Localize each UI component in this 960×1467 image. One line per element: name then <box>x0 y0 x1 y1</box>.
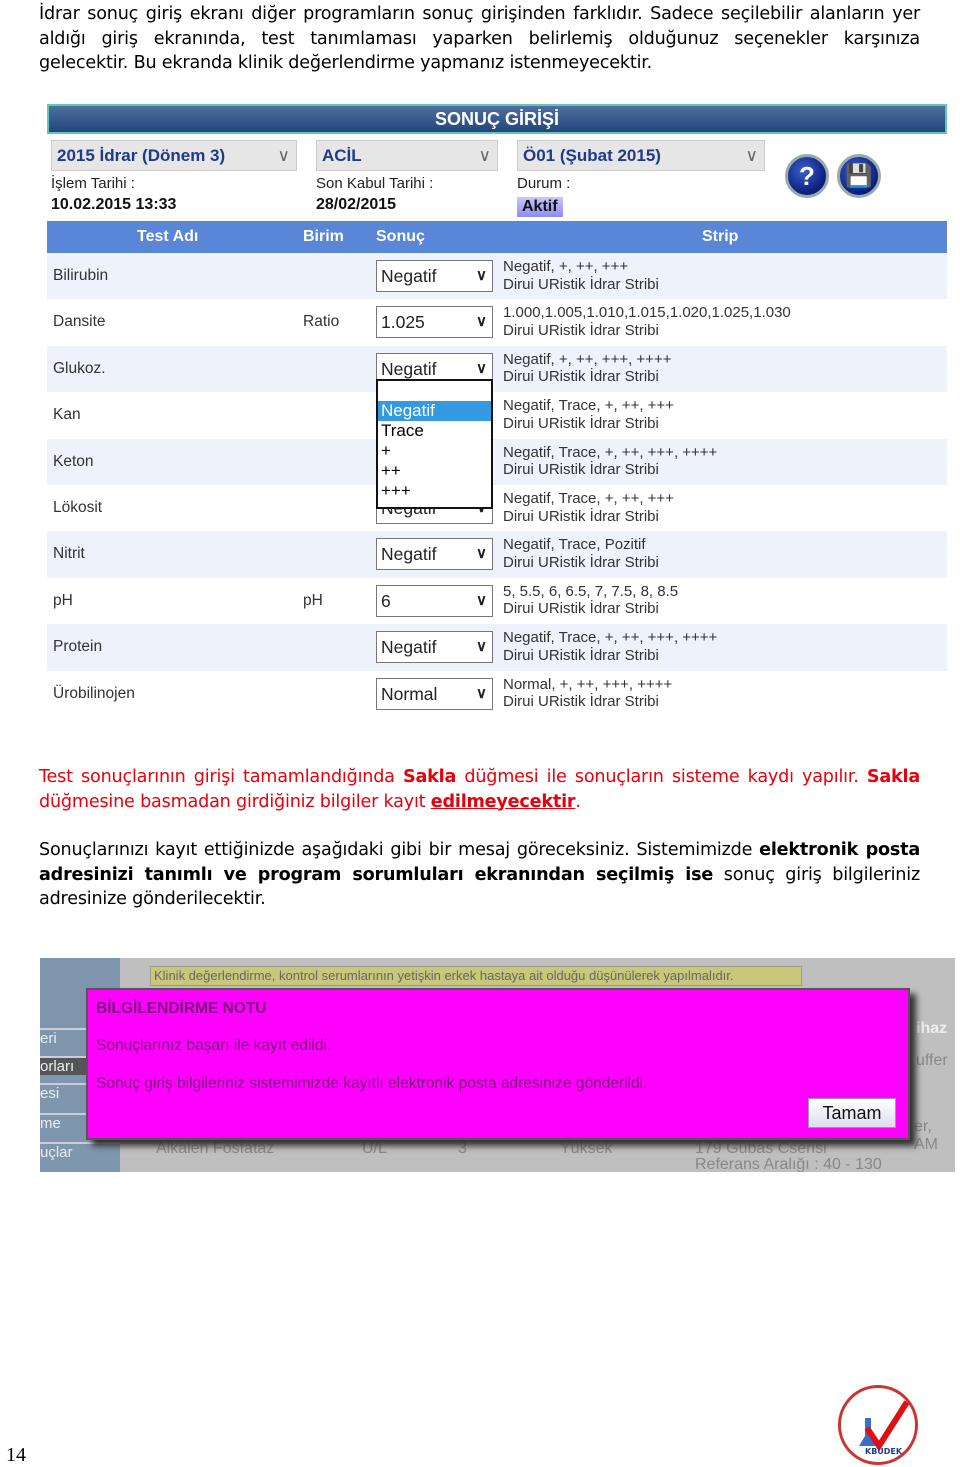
bg-text: ihaz <box>916 1020 948 1037</box>
strip-info: 5, 5.5, 6, 6.5, 7, 7.5, 8, 8.5 Dirui URis… <box>503 582 679 618</box>
logo-check-icon: KBUDEK <box>859 1400 910 1456</box>
dialog-message: Sonuçlarınız başarı ile kayıt edildi. <box>96 1037 332 1054</box>
test-name: Protein <box>53 638 103 656</box>
chevron-down-icon: ∨ <box>476 545 487 563</box>
bg-text: 3 <box>458 1140 467 1157</box>
strip-info: Negatif, Trace, +, ++, +++ Dirui URistik … <box>503 397 674 432</box>
test-name: Kan <box>53 406 81 424</box>
page-number: 14 <box>6 1444 26 1466</box>
floppy-disk-icon: 💾 <box>845 163 873 188</box>
chevron-down-icon: ∨ <box>476 684 487 702</box>
table-row: Bilirubin Negatif ∨ Negatif, +, ++, +++ Di… <box>47 253 947 300</box>
result-select[interactable]: Negatif∨ <box>376 538 493 571</box>
period-select[interactable]: Ö01 (Şubat 2015) ∨ <box>517 140 765 171</box>
chevron-down-icon: ∨ <box>277 146 290 165</box>
chevron-down-icon: ∨ <box>476 267 487 284</box>
clinical-warning: Klinik değerlendirme, kontrol serumların… <box>150 966 802 986</box>
dialog-message: Sonuç giriş bilgileriniz sistemimizde ka… <box>96 1075 648 1092</box>
bg-text: uffer <box>916 1052 948 1069</box>
chevron-down-icon: ∨ <box>476 313 487 331</box>
strip-info: Negatif, Trace, +, ++, +++, ++++ Dirui UR… <box>503 629 718 664</box>
table-row: Dansite Ratio 1.025 ∨ 1.000,1.005,1.010,1… <box>47 299 947 345</box>
test-name: Glukoz. <box>53 359 106 377</box>
email-paragraph: Sonuçlarınızı kayıt ettiğinizde aşağıdak… <box>39 840 921 909</box>
strip-info: Negatif, +, ++, +++ Dirui URistik İdrar S… <box>503 258 659 293</box>
test-name: Bilirubin <box>53 267 109 284</box>
status-badge: Aktif <box>517 197 563 217</box>
sonkabul-value: 28/02/2015 <box>316 196 397 213</box>
dropdown-option[interactable]: + <box>378 441 491 461</box>
header-test: Test Adı <box>137 228 199 245</box>
table-row: Protein Negatif ∨ Negatif, Trace, +, ++, … <box>47 624 947 671</box>
dropdown-option[interactable]: +++ <box>378 481 491 501</box>
help-icon: ? <box>799 161 815 191</box>
intro-paragraph: İdrar sonuç giriş ekranı diğer programla… <box>39 4 920 73</box>
help-button[interactable]: ? <box>785 154 829 198</box>
confirmation-screenshot: eri orları esi me uçlar Klinik değerlend… <box>40 958 955 1172</box>
durum-label: Durum : <box>517 175 571 192</box>
svg-text:KBUDEK: KBUDEK <box>865 1447 903 1456</box>
test-name: Nitrit <box>53 545 85 563</box>
strip-info: Negatif, Trace, +, ++, +++, ++++ Dirui UR… <box>503 443 718 479</box>
bg-text: er, AM <box>914 1118 938 1153</box>
dropdown-option[interactable]: ++ <box>378 461 491 481</box>
result-select[interactable]: Normal ∨ <box>376 677 493 710</box>
dropdown-option-selected[interactable]: Negatif <box>378 401 491 421</box>
kbudek-logo: KBUDEK <box>838 1385 918 1465</box>
save-paragraph: Test sonuçlarının girişi tamamlandığında… <box>39 767 920 812</box>
ok-button[interactable]: Tamam <box>808 1098 896 1128</box>
info-dialog: BİLGİLENDİRME NOTU Sonuçlarınız başarı i… <box>86 988 910 1140</box>
result-dropdown-list[interactable]: Negatif Trace + ++ +++ <box>376 379 493 509</box>
sonkabul-label: Son Kabul Tarihi : <box>316 175 434 192</box>
bg-text: Referans Aralığı : 40 - 130 <box>695 1156 882 1172</box>
header-unit: Birim <box>303 228 344 245</box>
strip-info: Negatif, +, ++, +++, ++++ Dirui URistik İ… <box>503 350 672 386</box>
save-button[interactable]: 💾 <box>837 154 881 198</box>
islem-label: İşlem Tarihi : <box>51 175 135 192</box>
table-row: pH pH 6 ∨ 5, 5.5, 6, 6.5, 7, 7.5, 8, 8.5 D… <box>47 578 947 624</box>
result-select[interactable]: 6 ∨ <box>376 584 493 617</box>
result-select[interactable]: Negatif∨ <box>376 260 493 292</box>
dialog-title: BİLGİLENDİRME NOTU <box>96 1000 267 1017</box>
result-select[interactable]: 1.025 ∨ <box>376 306 493 339</box>
islem-value: 10.02.2015 13:33 <box>51 196 177 213</box>
table-header: Test Adı Birim Sonuç Strip <box>47 221 947 253</box>
test-name: Keton <box>53 452 94 470</box>
dropdown-option[interactable] <box>378 381 491 401</box>
table-row: Nitrit Negatif ∨ Negatif, Trace, Pozitif D… <box>47 531 947 578</box>
bg-text: U/L <box>362 1140 387 1157</box>
result-entry-screenshot: SONUÇ GİRİŞİ 2015 İdrar (Dönem 3) ∨ ACİL ∨… <box>47 104 947 716</box>
screen-title: SONUÇ GİRİŞİ <box>47 104 947 134</box>
program-select[interactable]: 2015 İdrar (Dönem 3) ∨ <box>51 140 297 171</box>
test-name: Dansite <box>53 313 106 331</box>
chevron-down-icon: ∨ <box>745 146 758 165</box>
header-result: Sonuç <box>376 228 425 245</box>
priority-select[interactable]: ACİL ∨ <box>316 140 498 171</box>
bg-text: Alkalen Fosfataz <box>156 1140 275 1157</box>
table-row: Keton ∨ Negatif, Trace, +, ++, +++, ++++… <box>47 438 947 485</box>
table-row: Ürobilinojen Normal ∨ Normal, +, ++, +++,… <box>47 671 947 717</box>
test-unit: Ratio <box>303 313 340 331</box>
test-name: Ürobilinojen <box>53 684 135 702</box>
chevron-down-icon: ∨ <box>478 146 491 165</box>
result-select[interactable]: Negatif∨ <box>376 631 493 664</box>
header-strip: Strip <box>702 228 739 245</box>
test-name: Lökosit <box>53 499 103 516</box>
table-row: Lökosit Negatif∨ Negatif, Trace, +, ++, … <box>47 485 947 531</box>
test-name: pH <box>53 591 73 609</box>
chevron-down-icon: ∨ <box>476 638 487 656</box>
table-row: Kan ∨ Negatif, Trace, +, ++, +++Dirui UR… <box>47 392 947 438</box>
table-row: Glukoz. Negatif ∨ Negatif, +, ++, +++, ++… <box>47 345 947 393</box>
bg-text: Yüksek <box>560 1140 613 1157</box>
strip-info: Normal, +, ++, +++, ++++ Dirui URistik İd… <box>503 675 673 711</box>
strip-info: Negatif, Trace, +, ++, +++ Dirui URistik … <box>503 490 674 525</box>
dropdown-option[interactable]: Trace <box>378 421 491 441</box>
sidebar-item[interactable]: uçlar <box>40 1142 120 1161</box>
strip-info: Negatif, Trace, Pozitif Dirui URistik İdr… <box>503 536 659 571</box>
test-unit: pH <box>303 591 323 609</box>
strip-info: 1.000,1.005,1.010,1.015,1.020,1.025,1.03… <box>503 304 791 339</box>
chevron-down-icon: ∨ <box>476 591 487 609</box>
